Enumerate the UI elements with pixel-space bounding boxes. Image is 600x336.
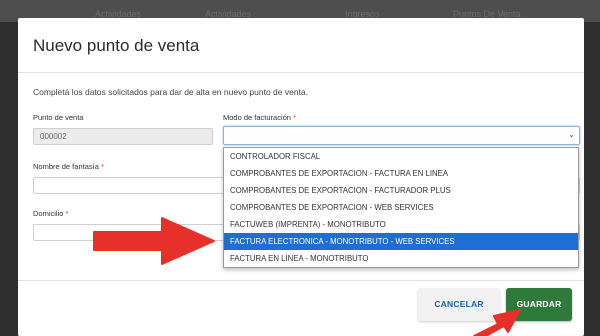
option-controlador-fiscal[interactable]: CONTROLADOR FISCAL xyxy=(224,148,578,165)
punto-de-venta-field: 000002 xyxy=(33,128,213,145)
option-factura-en-linea[interactable]: FACTURA EN LINEA - MONOTRIBUTO xyxy=(224,250,578,267)
modo-facturacion-dropdown: CONTROLADOR FISCAL COMPROBANTES DE EXPOR… xyxy=(223,147,579,268)
background-left-overlay xyxy=(0,22,18,336)
punto-de-venta-label: Punto de venta xyxy=(33,113,83,122)
required-mark: * xyxy=(65,209,69,218)
domicilio-label-text: Domicilio xyxy=(33,209,64,218)
domicilio-label: Domicilio * xyxy=(33,209,68,218)
nombre-fantasia-label: Nombre de fantasía * xyxy=(33,162,104,171)
new-point-of-sale-modal: Nuevo punto de venta Completá los datos … xyxy=(18,18,584,336)
annotation-arrow-icon xyxy=(473,309,521,336)
option-export-facturador-plus[interactable]: COMPROBANTES DE EXPORTACION - FACTURADOR… xyxy=(224,182,578,199)
nombre-fantasia-label-text: Nombre de fantasía xyxy=(33,162,99,171)
option-factura-electronica-ws[interactable]: FACTURA ELECTRONICA - MONOTRIBUTO - WEB … xyxy=(224,233,578,250)
punto-de-venta-label-text: Punto de venta xyxy=(33,113,84,122)
modo-facturacion-select[interactable]: ⌄ xyxy=(223,126,580,145)
chevron-down-icon[interactable]: ⌄ xyxy=(568,130,575,139)
modo-facturacion-label: Modo de facturación * xyxy=(223,113,296,122)
modal-footer-divider xyxy=(18,280,584,281)
required-mark: * xyxy=(293,113,296,122)
modal-description: Completá los datos solicitados para dar … xyxy=(33,87,309,97)
modo-facturacion-label-text: Modo de facturación xyxy=(223,113,291,122)
background-right-overlay xyxy=(582,22,600,336)
option-export-factura-en-linea[interactable]: COMPROBANTES DE EXPORTACION - FACTURA EN… xyxy=(224,165,578,182)
option-export-web-services[interactable]: COMPROBANTES DE EXPORTACION - WEB SERVIC… xyxy=(224,199,578,216)
option-factuweb-imprenta[interactable]: FACTUWEB (IMPRENTA) - MONOTRIBUTO xyxy=(224,216,578,233)
modal-header-divider xyxy=(18,72,584,73)
annotation-arrow-icon xyxy=(93,217,215,265)
required-mark: * xyxy=(100,162,104,171)
modal-title: Nuevo punto de venta xyxy=(33,36,200,55)
